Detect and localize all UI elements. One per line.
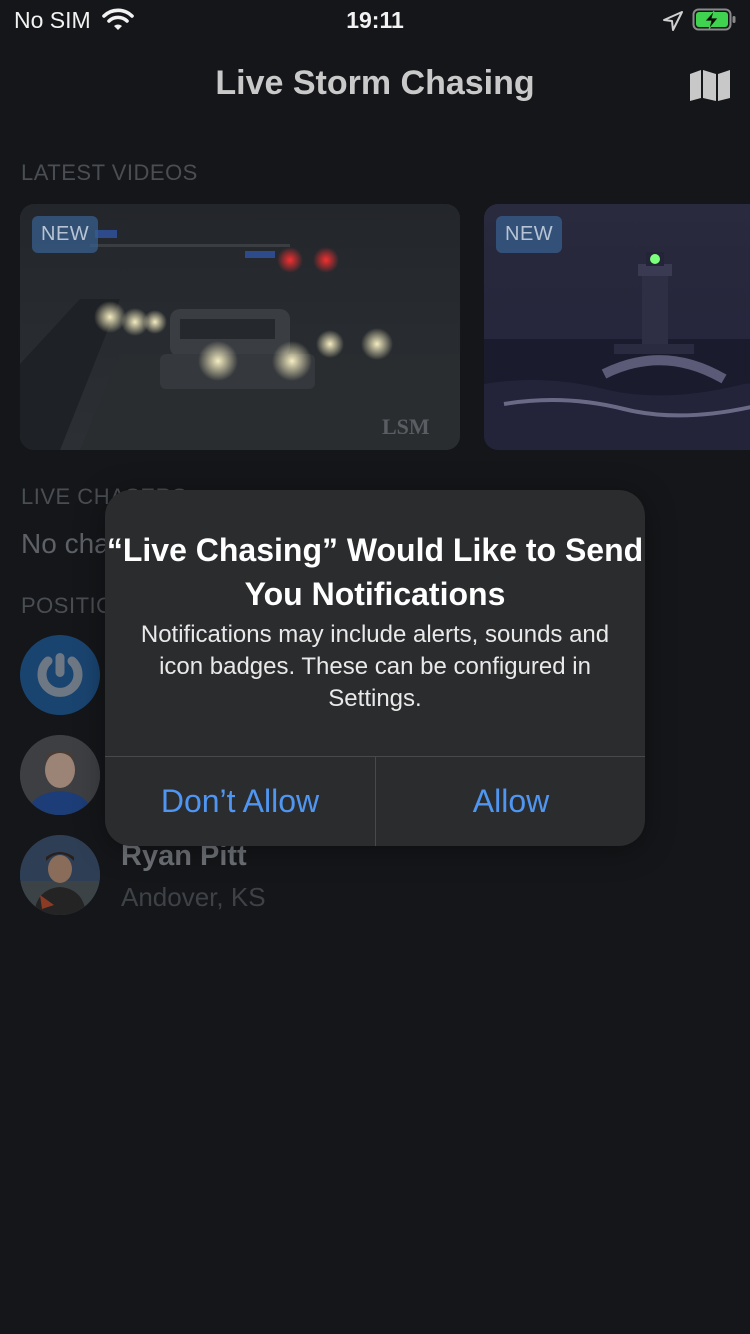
status-bar: No SIM 19:11 bbox=[0, 0, 750, 40]
alert-title: “Live Chasing” Would Like to Send You No… bbox=[106, 532, 644, 612]
app-screen: No SIM 19:11 Live Storm Chasing LATEST V… bbox=[0, 0, 750, 1334]
person-location: Andover, KS bbox=[121, 882, 266, 912]
battery-charging-icon bbox=[692, 8, 738, 38]
dont-allow-button[interactable]: Don’t Allow bbox=[105, 757, 375, 846]
status-time: 19:11 bbox=[346, 7, 404, 33]
watermark-logo: LSM bbox=[382, 414, 430, 439]
video-card-lighthouse[interactable]: NEW bbox=[484, 204, 750, 450]
avatar[interactable] bbox=[20, 735, 100, 815]
notification-permission-alert: “Live Chasing” Would Like to Send You No… bbox=[105, 490, 645, 846]
person-photo bbox=[20, 835, 100, 915]
video-card-bridge[interactable]: NEW LSM bbox=[20, 204, 460, 450]
alert-message: Notifications may include alerts, sounds… bbox=[140, 621, 610, 712]
page-title: Live Storm Chasing bbox=[215, 64, 535, 102]
latest-videos-header: LATEST VIDEOS bbox=[21, 160, 198, 185]
power-logo-icon bbox=[20, 635, 100, 715]
person-photo bbox=[20, 735, 100, 815]
new-badge: NEW bbox=[496, 216, 563, 253]
avatar[interactable] bbox=[20, 835, 100, 915]
avatar[interactable] bbox=[20, 635, 100, 715]
map-icon[interactable] bbox=[688, 68, 732, 107]
location-arrow-icon bbox=[662, 10, 684, 38]
allow-button[interactable]: Allow bbox=[376, 757, 645, 846]
new-badge: NEW bbox=[32, 216, 99, 253]
